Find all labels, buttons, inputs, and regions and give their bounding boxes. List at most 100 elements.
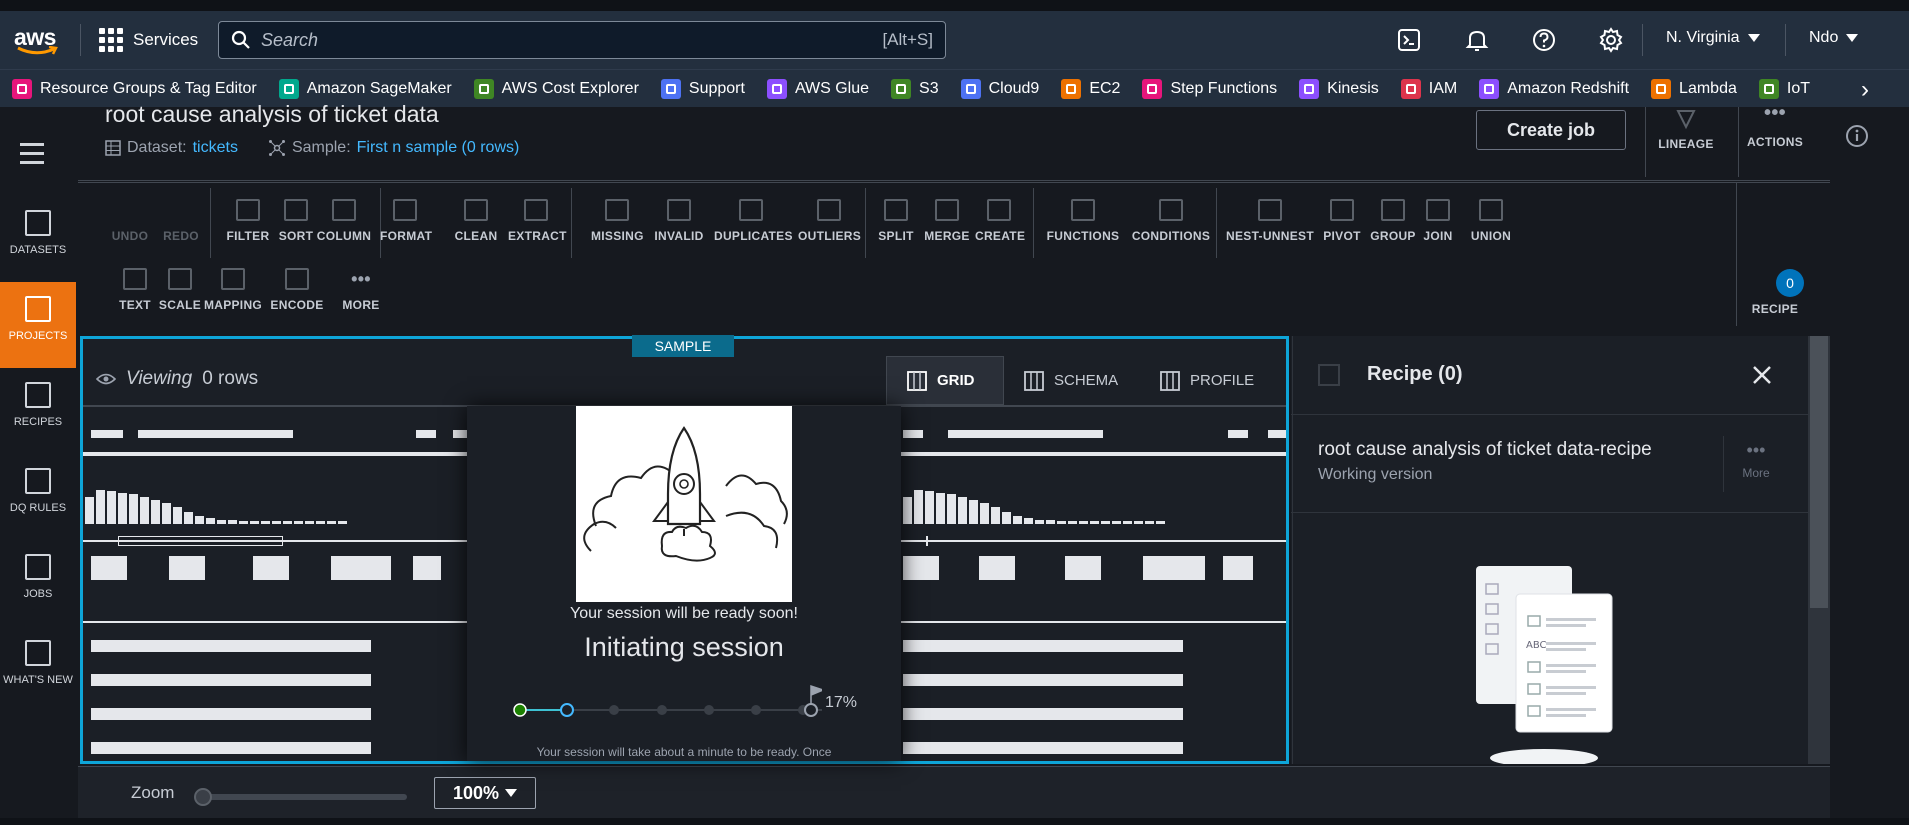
help-icon[interactable] [1531, 27, 1557, 53]
tool-mapping-button[interactable]: MAPPING [203, 268, 263, 312]
tool-clean-button[interactable]: CLEAN [454, 199, 498, 243]
tool-missing-button[interactable]: MISSING [591, 199, 643, 243]
rail-item-projects[interactable]: PROJECTS [0, 282, 76, 368]
lineage-button[interactable]: LINEAGE [1651, 107, 1721, 151]
close-icon[interactable] [1747, 360, 1777, 390]
tool-undo-button[interactable]: UNDO [107, 199, 153, 243]
tool-split-button[interactable]: SPLIT [877, 199, 915, 243]
search-bar[interactable]: [Alt+S] [218, 21, 946, 59]
tool-conditions-button[interactable]: CONDITIONS [1130, 199, 1212, 243]
rail-item-label: JOBS [23, 588, 53, 600]
tool-format-button[interactable]: FORMAT [380, 199, 432, 243]
tool-column-button[interactable]: COLUMN [316, 199, 372, 243]
skeleton-row [91, 742, 371, 754]
favorite-label: Amazon SageMaker [306, 79, 452, 97]
tool-scale-button[interactable]: SCALE [158, 268, 202, 312]
notifications-bell-icon[interactable] [1464, 27, 1490, 53]
viewing-label: Viewing [126, 368, 193, 389]
tool-group-button[interactable]: GROUP [1369, 199, 1417, 243]
union-icon [1479, 199, 1503, 221]
user-menu[interactable]: Ndo [1809, 29, 1859, 47]
hamburger-menu-icon[interactable] [20, 143, 44, 170]
lineage-icon [1676, 110, 1696, 130]
dataset-link[interactable]: tickets [193, 139, 238, 157]
rail-item-jobs[interactable]: JOBS [0, 540, 76, 626]
tool-pivot-button[interactable]: PIVOT [1321, 199, 1363, 243]
nav-divider [1642, 24, 1643, 56]
skeleton-row [903, 640, 1183, 652]
skeleton-row [903, 708, 1183, 720]
favorite-item[interactable]: Amazon SageMaker [278, 78, 452, 99]
tool-merge-button[interactable]: MERGE [924, 199, 970, 243]
sample-link[interactable]: First n sample (0 rows) [357, 139, 520, 157]
favorite-item[interactable]: Amazon Redshift [1479, 78, 1629, 99]
tab-profile[interactable]: PROFILE [1140, 356, 1276, 405]
recipe-more-button[interactable]: ••• More [1731, 441, 1781, 480]
services-menu[interactable]: Services [99, 27, 198, 53]
viewing-indicator: Viewing 0 rows [96, 368, 258, 390]
favorite-item[interactable]: AWS Glue [766, 78, 869, 99]
gear-icon[interactable] [1598, 27, 1624, 53]
info-icon[interactable] [1845, 124, 1869, 148]
create-job-button[interactable]: Create job [1476, 110, 1626, 150]
tool-extract-button[interactable]: EXTRACT [508, 199, 566, 243]
recipe-left-border [1292, 336, 1293, 764]
service-icon [1758, 78, 1779, 99]
chevron-right-icon[interactable]: › [1861, 76, 1869, 104]
group-icon [1381, 199, 1405, 221]
nav-divider [80, 24, 81, 56]
skeleton-histogram-bar [250, 521, 259, 524]
favorite-item[interactable]: IoT [1758, 78, 1810, 99]
tool-nest-unnest-button[interactable]: NEST-UNNEST [1226, 199, 1314, 243]
aws-logo[interactable]: aws [14, 24, 58, 56]
skeleton-histogram-bar [1156, 521, 1165, 524]
zoom-slider-handle[interactable] [194, 788, 212, 806]
cloudshell-icon[interactable] [1397, 28, 1421, 52]
favorite-item[interactable]: EC2 [1061, 78, 1120, 99]
search-input[interactable] [261, 29, 883, 51]
favorite-item[interactable]: S3 [891, 78, 939, 99]
tool-union-button[interactable]: UNION [1468, 199, 1514, 243]
session-status: Initiating session [584, 632, 784, 662]
scrollbar-thumb[interactable] [1810, 336, 1828, 608]
jobs-icon [25, 554, 51, 580]
tool-text-button[interactable]: TEXT [114, 268, 156, 312]
rail-item-whats-new[interactable]: WHAT'S NEW [0, 626, 76, 712]
tool-encode-button[interactable]: ENCODE [270, 268, 324, 312]
tool-invalid-button[interactable]: INVALID [654, 199, 704, 243]
zoom-slider-track[interactable] [195, 794, 407, 800]
favorite-item[interactable]: AWS Cost Explorer [473, 78, 639, 99]
rail-item-dq-rules[interactable]: DQ RULES [0, 454, 76, 540]
service-icon [1651, 78, 1672, 99]
tool-more-button[interactable]: ••• MORE [341, 268, 381, 312]
tab-schema[interactable]: SCHEMA [1004, 356, 1140, 405]
favorite-item[interactable]: Lambda [1651, 78, 1737, 99]
tool-label: FILTER [226, 229, 270, 243]
rail-item-recipes[interactable]: RECIPES [0, 368, 76, 454]
tab-grid[interactable]: GRID [886, 356, 1004, 405]
tool-join-button[interactable]: JOIN [1420, 199, 1456, 243]
page-title: root cause analysis of ticket data [105, 101, 439, 127]
favorite-item[interactable]: Resource Groups & Tag Editor [12, 78, 257, 99]
tool-functions-button[interactable]: FUNCTIONS [1045, 199, 1121, 243]
favorite-item[interactable]: Kinesis [1299, 78, 1379, 99]
top-navigation: aws Services [Alt+S] N. Virginia Ndo [0, 0, 1909, 79]
tool-sort-button[interactable]: SORT [275, 199, 317, 243]
rail-item-datasets[interactable]: DATASETS [0, 196, 76, 282]
tool-duplicates-button[interactable]: DUPLICATES [714, 199, 792, 243]
join-icon [1426, 199, 1450, 221]
actions-button[interactable]: ••• ACTIONS [1727, 103, 1823, 149]
recipe-scrollbar[interactable] [1808, 336, 1830, 764]
favorite-item[interactable]: IAM [1400, 78, 1457, 99]
tool-label: OUTLIERS [798, 229, 862, 243]
tool-outliers-button[interactable]: OUTLIERS [798, 199, 862, 243]
zoom-select[interactable]: 100% [434, 777, 536, 809]
caret-down-icon [1846, 33, 1859, 42]
tool-filter-button[interactable]: FILTER [223, 199, 273, 243]
favorite-item[interactable]: Cloud9 [960, 78, 1039, 99]
favorite-item[interactable]: Support [660, 78, 745, 99]
favorite-item[interactable]: Step Functions [1142, 78, 1277, 99]
region-selector[interactable]: N. Virginia [1666, 29, 1760, 47]
tool-redo-button[interactable]: REDO [158, 199, 204, 243]
tool-create-button[interactable]: CREATE [975, 199, 1025, 243]
